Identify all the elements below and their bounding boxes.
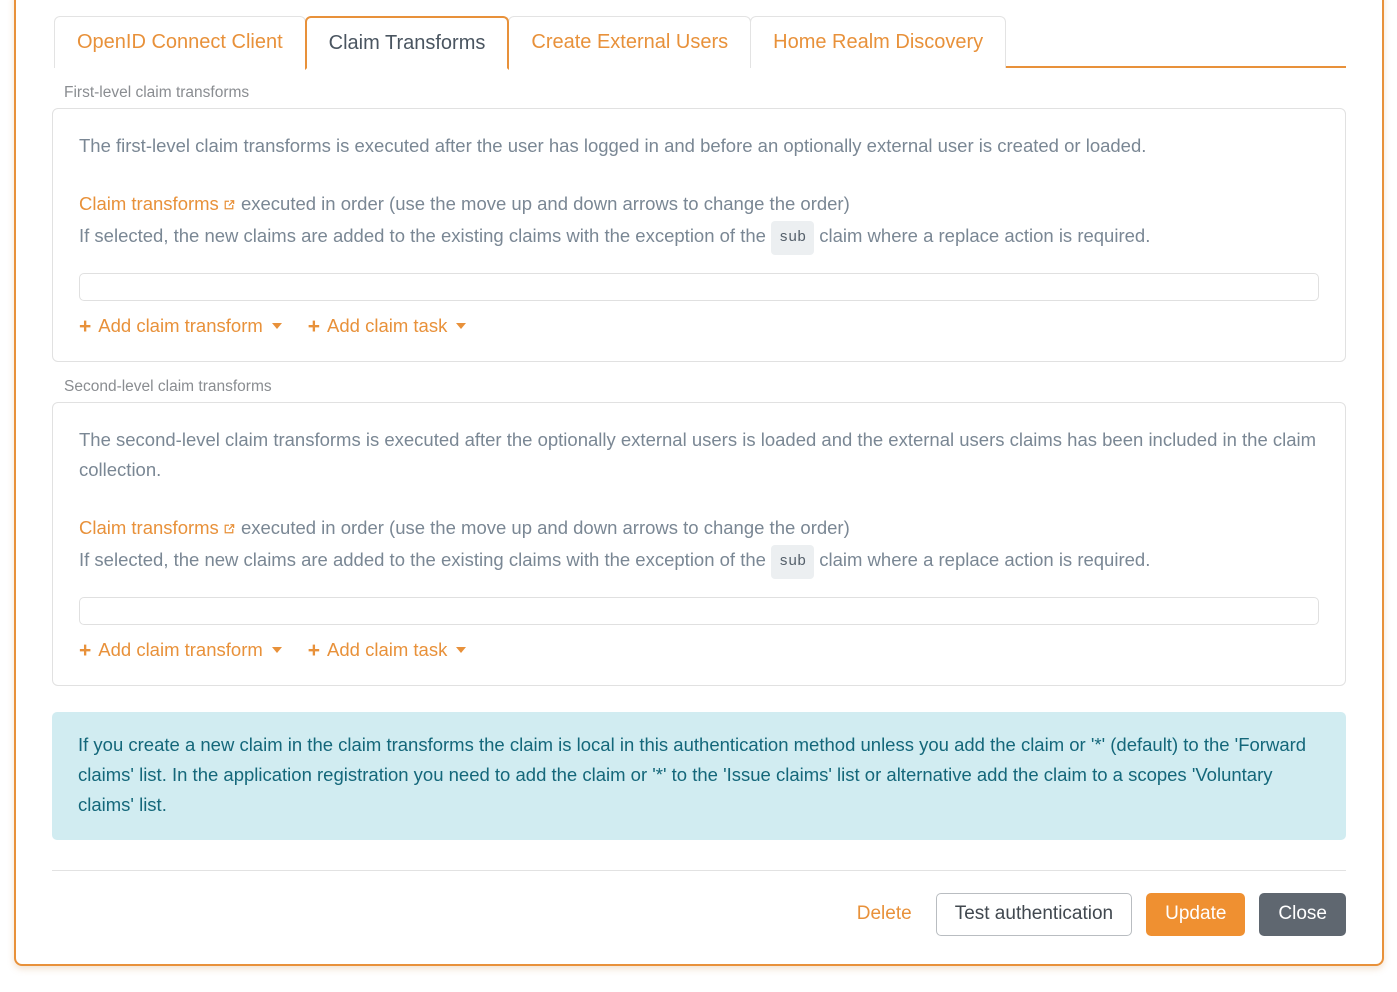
chevron-down-icon xyxy=(272,647,282,653)
add-actions-row: + Add claim transform + Add claim task xyxy=(79,315,1319,337)
plus-icon: + xyxy=(79,640,91,661)
spacer xyxy=(79,161,1319,189)
sub-claim-chip: sub xyxy=(771,221,814,255)
section-description: The first-level claim transforms is exec… xyxy=(79,131,1319,161)
claim-transforms-link[interactable]: Claim transforms xyxy=(79,517,219,538)
add-actions-row: + Add claim transform + Add claim task xyxy=(79,639,1319,661)
section-label: Second-level claim transforms xyxy=(52,378,1346,396)
section-panel: The first-level claim transforms is exec… xyxy=(52,108,1346,362)
note-after-text: claim where a replace action is required… xyxy=(814,549,1150,570)
spacer xyxy=(79,485,1319,513)
update-button[interactable]: Update xyxy=(1146,893,1245,936)
sub-claim-note: If selected, the new claims are added to… xyxy=(79,221,1319,255)
test-authentication-button[interactable]: Test authentication xyxy=(936,893,1132,936)
note-before-text: If selected, the new claims are added to… xyxy=(79,225,771,246)
tab-openid-connect-client[interactable]: OpenID Connect Client xyxy=(54,16,306,68)
claim-transform-input[interactable] xyxy=(79,273,1319,301)
dialog-card: OpenID Connect Client Claim Transforms C… xyxy=(14,0,1384,966)
sub-claim-note: If selected, the new claims are added to… xyxy=(79,545,1319,579)
tab-label: Home Realm Discovery xyxy=(773,31,983,54)
tab-label: Create External Users xyxy=(531,31,728,54)
claim-transforms-order-line: Claim transforms executed in order (use … xyxy=(79,189,1319,221)
add-claim-task-label: Add claim task xyxy=(327,315,447,337)
chevron-down-icon xyxy=(272,323,282,329)
add-claim-transform-label: Add claim transform xyxy=(98,315,263,337)
first-level-claim-transforms-section: First-level claim transforms The first-l… xyxy=(52,84,1346,362)
sub-claim-chip: sub xyxy=(771,545,814,579)
tab-create-external-users[interactable]: Create External Users xyxy=(508,16,751,68)
note-before-text: If selected, the new claims are added to… xyxy=(79,549,771,570)
order-suffix-text: executed in order (use the move up and d… xyxy=(236,193,850,214)
section-label: First-level claim transforms xyxy=(52,84,1346,102)
section-panel: The second-level claim transforms is exe… xyxy=(52,402,1346,686)
external-link-icon xyxy=(222,191,236,221)
plus-icon: + xyxy=(308,316,320,337)
dialog-body: OpenID Connect Client Claim Transforms C… xyxy=(16,0,1382,964)
add-claim-task-label: Add claim task xyxy=(327,639,447,661)
add-claim-transform-button[interactable]: + Add claim transform xyxy=(79,315,282,337)
chevron-down-icon xyxy=(456,647,466,653)
add-claim-transform-label: Add claim transform xyxy=(98,639,263,661)
info-alert: If you create a new claim in the claim t… xyxy=(52,712,1346,840)
section-description: The second-level claim transforms is exe… xyxy=(79,425,1319,485)
note-after-text: claim where a replace action is required… xyxy=(814,225,1150,246)
dialog-footer: Delete Test authentication Update Close xyxy=(52,871,1346,936)
add-claim-transform-button[interactable]: + Add claim transform xyxy=(79,639,282,661)
second-level-claim-transforms-section: Second-level claim transforms The second… xyxy=(52,378,1346,686)
external-link-icon xyxy=(222,515,236,545)
chevron-down-icon xyxy=(456,323,466,329)
add-claim-task-button[interactable]: + Add claim task xyxy=(308,639,467,661)
claim-transform-input[interactable] xyxy=(79,597,1319,625)
order-suffix-text: executed in order (use the move up and d… xyxy=(236,517,850,538)
tab-label: Claim Transforms xyxy=(329,32,486,55)
tab-bar: OpenID Connect Client Claim Transforms C… xyxy=(54,16,1346,68)
tab-claim-transforms[interactable]: Claim Transforms xyxy=(305,16,510,70)
delete-button[interactable]: Delete xyxy=(847,894,922,935)
close-button[interactable]: Close xyxy=(1259,893,1346,936)
add-claim-task-button[interactable]: + Add claim task xyxy=(308,315,467,337)
plus-icon: + xyxy=(79,316,91,337)
tab-home-realm-discovery[interactable]: Home Realm Discovery xyxy=(750,16,1006,68)
plus-icon: + xyxy=(308,640,320,661)
tab-label: OpenID Connect Client xyxy=(77,31,283,54)
claim-transforms-link[interactable]: Claim transforms xyxy=(79,193,219,214)
claim-transforms-order-line: Claim transforms executed in order (use … xyxy=(79,513,1319,545)
screen: OpenID Connect Client Claim Transforms C… xyxy=(0,0,1397,992)
